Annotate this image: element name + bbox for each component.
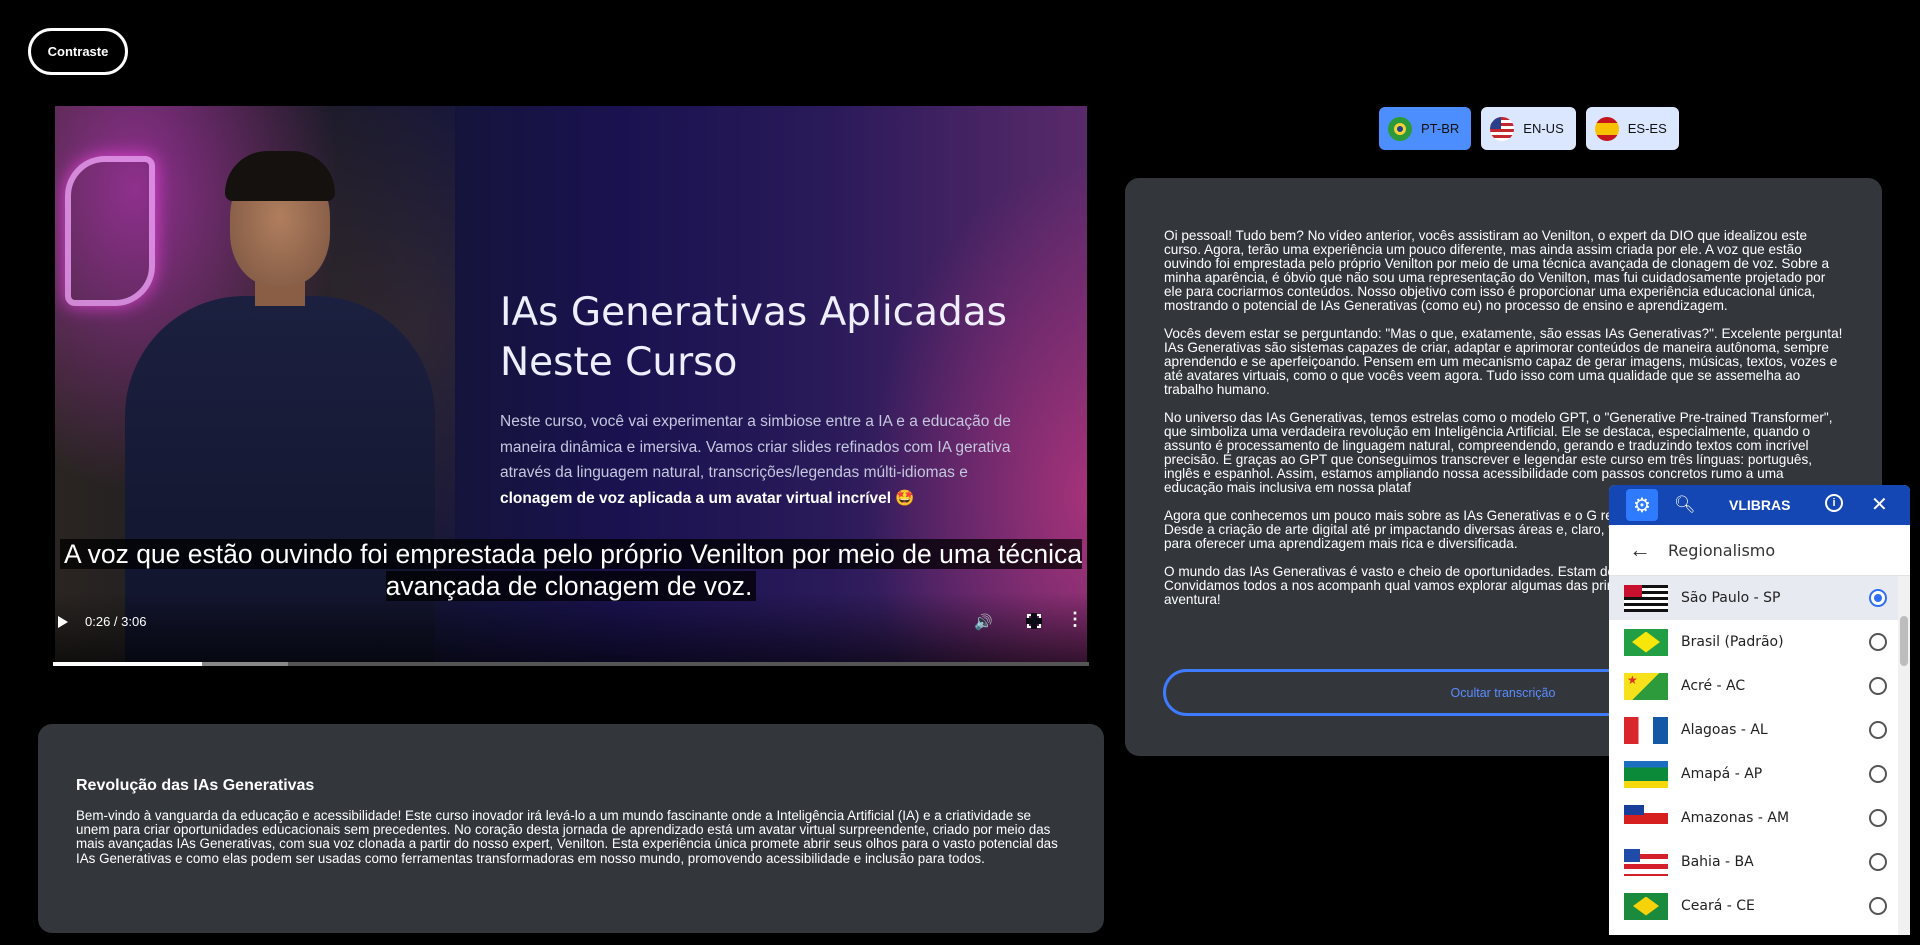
progress-played bbox=[53, 662, 203, 666]
language-button-es-es[interactable]: ES-ES bbox=[1585, 107, 1679, 150]
video-controls: 0:26 / 3:06 🔊 ⋮ bbox=[55, 592, 1087, 662]
fullscreen-icon[interactable] bbox=[1026, 613, 1042, 629]
video-player[interactable]: IAs Generativas Aplicadas Neste Curso Ne… bbox=[55, 106, 1087, 662]
vlibras-header: ⚙ 🔍︎ VLIBRAS i ✕ bbox=[1609, 485, 1910, 525]
region-item[interactable]: Acré - AC bbox=[1609, 664, 1910, 708]
region-name: São Paulo - SP bbox=[1681, 590, 1781, 606]
region-item[interactable]: Bahia - BA bbox=[1609, 840, 1910, 884]
description-text: Bem-vindo à vanguarda da educação e aces… bbox=[76, 808, 1058, 866]
language-button-en-us[interactable]: EN-US bbox=[1481, 107, 1576, 150]
region-radio[interactable] bbox=[1869, 721, 1887, 739]
language-selector: PT-BR EN-US ES-ES bbox=[1379, 107, 1679, 150]
vlibras-subtitle: Regionalismo bbox=[1668, 540, 1776, 560]
region-flag-icon bbox=[1624, 672, 1668, 700]
region-item[interactable]: São Paulo - SP bbox=[1609, 576, 1910, 620]
transcript-paragraph: Vocês devem estar se perguntando: "Mas o… bbox=[1164, 326, 1843, 397]
description-title: Revolução das IAs Generativas bbox=[76, 777, 315, 794]
back-arrow-icon[interactable]: ← bbox=[1629, 537, 1651, 563]
region-radio[interactable] bbox=[1869, 897, 1887, 915]
more-options-icon[interactable]: ⋮ bbox=[1066, 610, 1084, 628]
slide-body-bold: clonagem de voz aplicada a um avatar vir… bbox=[500, 489, 915, 507]
slide-title: IAs Generativas Aplicadas Neste Curso bbox=[500, 290, 1007, 385]
region-item[interactable]: Ceará - CE bbox=[1609, 884, 1910, 928]
contrast-button[interactable]: Contraste bbox=[28, 28, 128, 75]
region-item[interactable]: Alagoas - AL bbox=[1609, 708, 1910, 752]
usa-flag-icon bbox=[1490, 116, 1515, 141]
slide-body: Neste curso, você vai experimentar a sim… bbox=[500, 409, 1030, 511]
region-radio[interactable] bbox=[1869, 677, 1887, 695]
close-icon[interactable]: ✕ bbox=[1871, 492, 1888, 517]
transcript-paragraph: No universo das IAs Generativas, temos e… bbox=[1164, 410, 1833, 495]
volume-icon[interactable]: 🔊 bbox=[974, 613, 993, 631]
search-icon[interactable]: 🔍︎ bbox=[1674, 495, 1696, 515]
region-flag-icon bbox=[1624, 760, 1668, 788]
language-label: ES-ES bbox=[1627, 121, 1667, 136]
transcript-paragraph: Oi pessoal! Tudo bem? No vídeo anterior,… bbox=[1164, 228, 1830, 313]
brazil-flag-icon bbox=[1388, 116, 1412, 141]
region-flag-icon bbox=[1624, 716, 1668, 744]
language-label: EN-US bbox=[1523, 121, 1564, 136]
region-flag-icon bbox=[1624, 848, 1668, 876]
video-progress-bar[interactable] bbox=[53, 662, 1089, 666]
info-icon[interactable]: i bbox=[1825, 494, 1843, 512]
region-radio[interactable] bbox=[1869, 633, 1887, 651]
region-flag-icon bbox=[1624, 628, 1668, 656]
region-name: Acré - AC bbox=[1681, 678, 1746, 694]
region-flag-icon bbox=[1624, 584, 1668, 612]
language-label: PT-BR bbox=[1421, 121, 1460, 136]
vlibras-title: VLIBRAS bbox=[1729, 497, 1791, 513]
region-name: Brasil (Padrão) bbox=[1681, 634, 1784, 650]
spain-flag-icon bbox=[1594, 116, 1619, 141]
slide-body-text: Neste curso, você vai experimentar a sim… bbox=[500, 413, 1011, 481]
region-name: Amazonas - AM bbox=[1681, 810, 1790, 826]
play-icon[interactable] bbox=[58, 616, 68, 628]
vlibras-panel: ⚙ 🔍︎ VLIBRAS i ✕ ← Regionalismo São Paul… bbox=[1609, 485, 1910, 935]
region-flag-icon bbox=[1624, 892, 1668, 920]
region-name: Ceará - CE bbox=[1681, 898, 1755, 914]
region-flag-icon bbox=[1624, 804, 1668, 832]
region-item[interactable]: Amazonas - AM bbox=[1609, 796, 1910, 840]
region-radio[interactable] bbox=[1869, 853, 1887, 871]
region-radio[interactable] bbox=[1869, 765, 1887, 783]
scrollbar[interactable] bbox=[1898, 576, 1910, 935]
scrollbar-thumb[interactable] bbox=[1900, 616, 1908, 666]
language-button-pt-br[interactable]: PT-BR bbox=[1379, 107, 1472, 150]
course-description-card: Revolução das IAs Generativas Bem-vindo … bbox=[38, 724, 1104, 933]
region-name: Bahia - BA bbox=[1681, 854, 1754, 870]
region-item[interactable]: Brasil (Padrão) bbox=[1609, 620, 1910, 664]
video-time: 0:26 / 3:06 bbox=[85, 614, 147, 629]
region-list: São Paulo - SP Brasil (Padrão) Acré - AC Al… bbox=[1609, 576, 1910, 928]
region-radio[interactable] bbox=[1869, 809, 1887, 827]
gear-icon[interactable]: ⚙ bbox=[1626, 489, 1658, 521]
region-item[interactable]: Amapá - AP bbox=[1609, 752, 1910, 796]
region-name: Alagoas - AL bbox=[1681, 722, 1768, 738]
vlibras-subheader: ← Regionalismo bbox=[1609, 525, 1910, 576]
region-name: Amapá - AP bbox=[1681, 766, 1763, 782]
region-radio[interactable] bbox=[1869, 589, 1887, 607]
